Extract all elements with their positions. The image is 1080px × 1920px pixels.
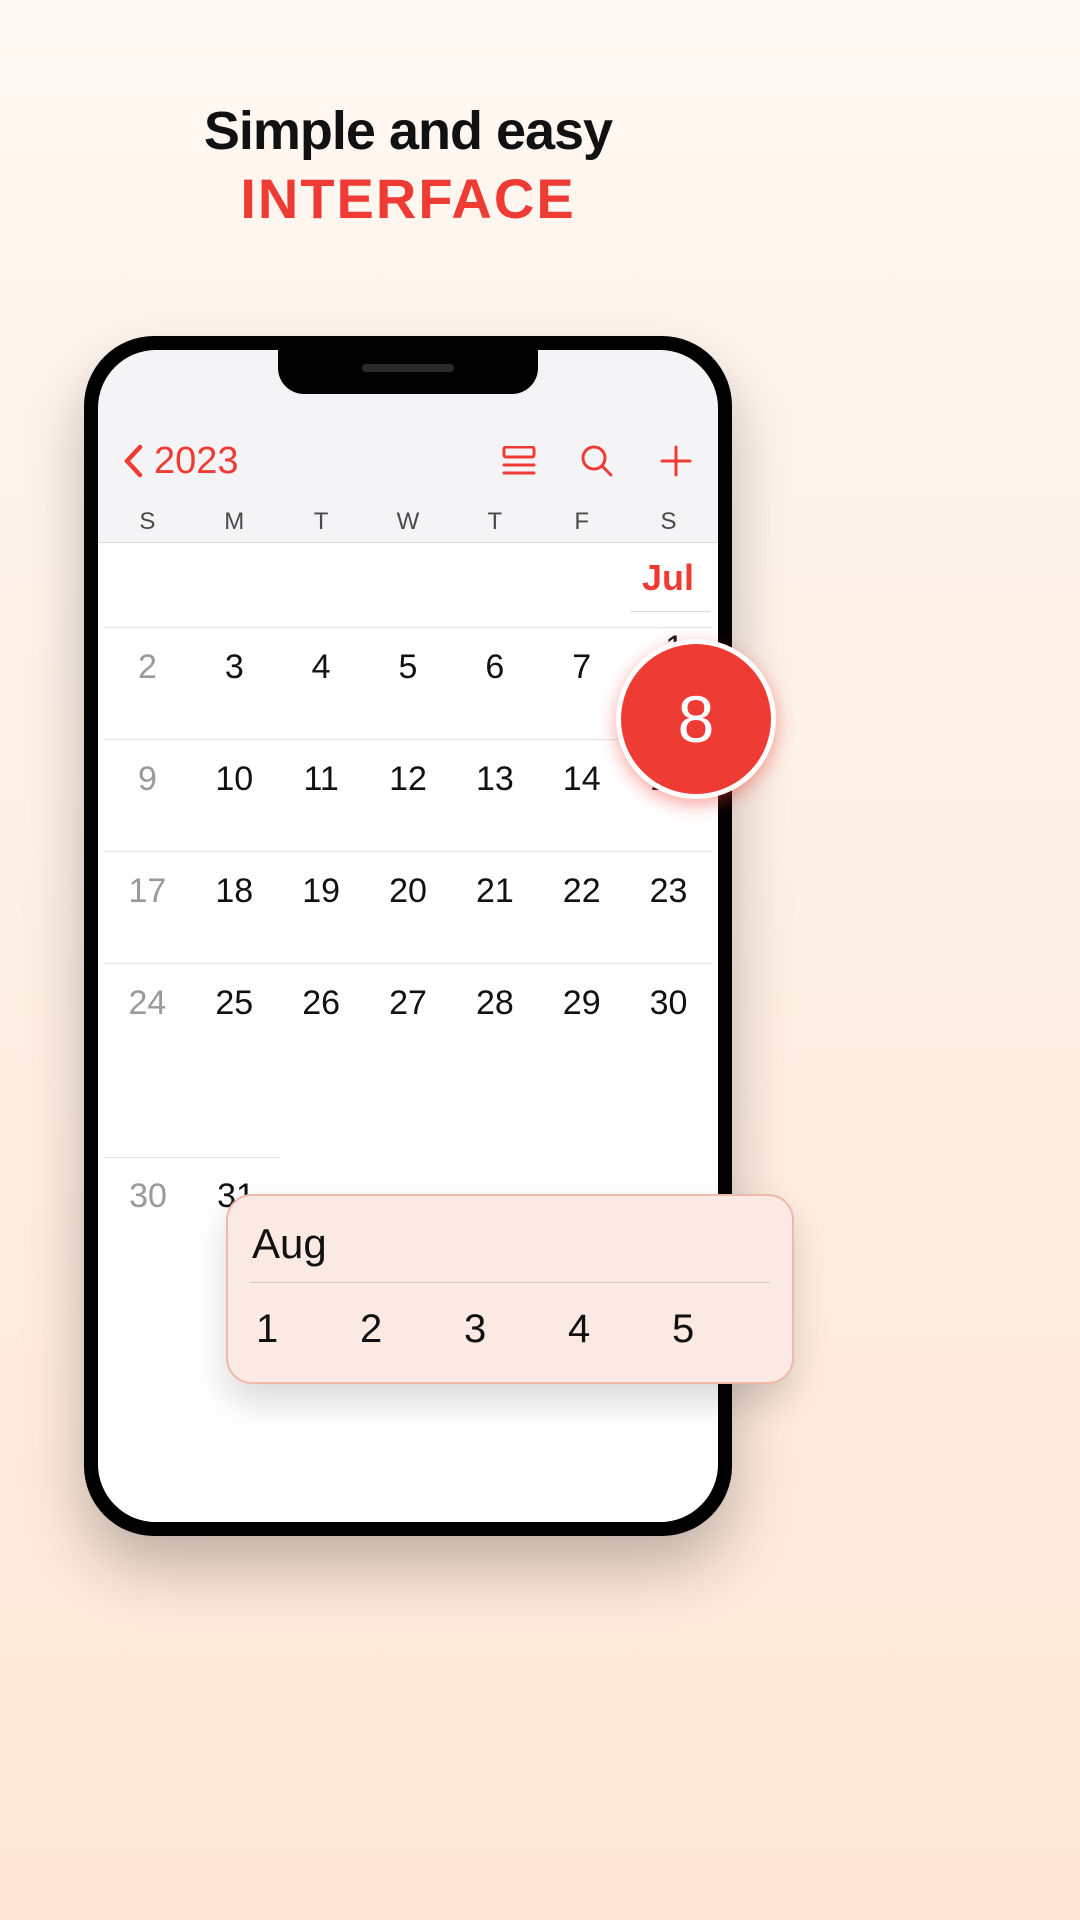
nav-year-label: 2023 xyxy=(154,440,239,483)
popover-month-label: Aug xyxy=(250,1220,770,1268)
headline: Simple and easy INTERFACE xyxy=(0,100,816,231)
weekday-label: M xyxy=(191,506,278,538)
weekday-label: W xyxy=(365,506,452,538)
day-cell[interactable]: 1 xyxy=(250,1307,354,1352)
day-cell[interactable]: 29 xyxy=(538,963,625,1075)
phone-speaker xyxy=(362,364,454,372)
day-cell[interactable]: 10 xyxy=(191,739,278,851)
day-cell[interactable]: 18 xyxy=(191,851,278,963)
phone-notch xyxy=(278,350,538,394)
day-cell[interactable]: 30 xyxy=(104,1177,192,1216)
add-event-icon[interactable] xyxy=(658,443,694,479)
day-cell[interactable]: 26 xyxy=(278,963,365,1075)
popover-separator xyxy=(250,1282,770,1283)
day-cell[interactable]: 23 xyxy=(625,851,712,963)
day-cell[interactable]: 3 xyxy=(458,1307,562,1352)
day-cell[interactable]: 6 xyxy=(451,627,538,739)
day-cell[interactable]: 7 xyxy=(538,627,625,739)
headline-line-2: INTERFACE xyxy=(0,166,816,231)
weekday-label: T xyxy=(451,506,538,538)
day-cell[interactable]: 4 xyxy=(278,627,365,739)
weekday-label: T xyxy=(278,506,365,538)
day-cell[interactable]: 2 xyxy=(354,1307,458,1352)
day-cell[interactable]: 20 xyxy=(365,851,452,963)
day-cell[interactable]: 4 xyxy=(562,1307,666,1352)
day-cell[interactable]: 19 xyxy=(278,851,365,963)
list-view-icon[interactable] xyxy=(502,446,536,476)
day-cell[interactable]: 27 xyxy=(365,963,452,1075)
trailing-separator xyxy=(104,1157,280,1158)
day-cell[interactable]: 24 xyxy=(104,963,191,1075)
day-cell[interactable]: 12 xyxy=(365,739,452,851)
next-month-popover[interactable]: Aug 1 2 3 4 5 xyxy=(226,1194,794,1384)
day-cell[interactable]: 25 xyxy=(191,963,278,1075)
weekday-label: F xyxy=(538,506,625,538)
chevron-left-icon xyxy=(122,444,144,478)
day-cell[interactable]: 13 xyxy=(451,739,538,851)
day-cell[interactable]: 3 xyxy=(191,627,278,739)
calendar-nav: 2023 xyxy=(122,436,694,486)
day-cell[interactable]: 14 xyxy=(538,739,625,851)
day-cell[interactable]: 17 xyxy=(104,851,191,963)
search-icon[interactable] xyxy=(580,444,614,478)
day-cell[interactable]: 5 xyxy=(365,627,452,739)
weekday-label: S xyxy=(625,506,712,538)
weekday-header: S M T W T F S xyxy=(104,506,712,538)
day-cell[interactable]: 22 xyxy=(538,851,625,963)
day-cell[interactable]: 30 xyxy=(625,963,712,1075)
day-cell[interactable]: 9 xyxy=(104,739,191,851)
day-cell[interactable]: 28 xyxy=(451,963,538,1075)
day-cell[interactable]: 2 xyxy=(104,627,191,739)
nav-actions xyxy=(502,443,694,479)
popover-days: 1 2 3 4 5 xyxy=(250,1307,770,1352)
headline-line-1: Simple and easy xyxy=(0,100,816,162)
day-cell[interactable]: 21 xyxy=(451,851,538,963)
back-to-year-button[interactable]: 2023 xyxy=(122,440,239,483)
selected-day-number: 8 xyxy=(678,681,715,757)
day-cell[interactable]: 11 xyxy=(278,739,365,851)
selected-day-badge[interactable]: 8 xyxy=(616,639,776,799)
day-cell[interactable]: 5 xyxy=(666,1307,770,1352)
weekday-label: S xyxy=(104,506,191,538)
month-label: Jul xyxy=(642,557,694,599)
month-label-separator xyxy=(630,611,710,612)
